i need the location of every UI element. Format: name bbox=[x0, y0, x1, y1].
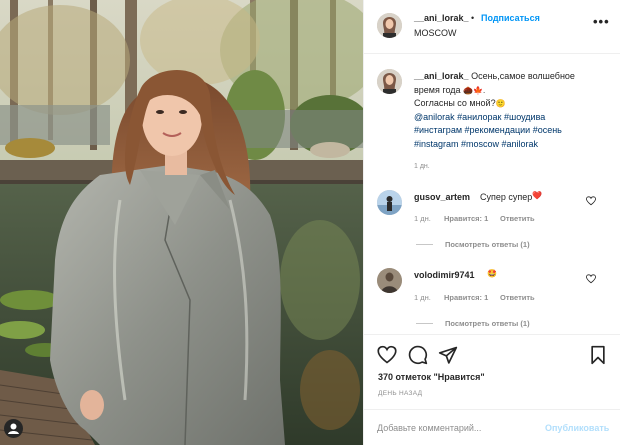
location-link[interactable]: MOSCOW bbox=[414, 28, 457, 38]
comment-avatar[interactable] bbox=[377, 268, 402, 293]
header-username[interactable]: __ani_lorak_ bbox=[414, 13, 469, 23]
caption-time: 1 дн. bbox=[414, 163, 430, 170]
caption-avatar[interactable] bbox=[377, 69, 402, 94]
comment-username[interactable]: gusov_artem bbox=[414, 192, 470, 202]
comment-like-heart-icon[interactable] bbox=[586, 274, 596, 284]
bookmark-icon[interactable] bbox=[588, 345, 608, 365]
comment-time: 1 дн. bbox=[414, 293, 431, 302]
action-bar bbox=[364, 334, 620, 374]
likes-count[interactable]: 370 отметок "Нравится" bbox=[378, 372, 485, 382]
replies-divider bbox=[416, 244, 433, 245]
post-caption: __ani_lorak_ Осень,самое волшебное время… bbox=[414, 70, 606, 152]
comment-likes[interactable]: Нравится: 1 bbox=[444, 214, 488, 223]
reply-button[interactable]: Ответить bbox=[500, 214, 535, 223]
reply-button[interactable]: Ответить bbox=[500, 293, 535, 302]
caption-username[interactable]: __ani_lorak_ bbox=[414, 71, 469, 81]
replies-divider bbox=[416, 323, 433, 324]
caption-text-2: время года bbox=[414, 84, 461, 95]
comment-time: 1 дн. bbox=[414, 214, 431, 223]
caption-text-3: Согласны со мной? bbox=[414, 98, 496, 109]
hashtags-line-2[interactable]: #инстаграм #рекомендации #осень bbox=[414, 125, 562, 135]
photo-image bbox=[0, 0, 363, 445]
publish-button[interactable]: Опубликовать bbox=[545, 423, 609, 433]
post-time-ago: ДЕНЬ НАЗАД bbox=[378, 390, 423, 397]
comment-like-heart-icon[interactable] bbox=[586, 196, 596, 206]
hashtags-line-3[interactable]: #instagram #moscow #anilorak bbox=[414, 139, 538, 149]
caption-smile-emoji: 🙂 bbox=[495, 99, 506, 109]
follow-button[interactable]: Подписаться bbox=[481, 13, 540, 23]
hashtags-line-1[interactable]: @anilorak #анилорак #шоудива bbox=[414, 112, 545, 122]
view-replies-button[interactable]: Посмотреть ответы (1) bbox=[445, 319, 530, 328]
post-photo[interactable] bbox=[0, 0, 363, 445]
comment-input[interactable] bbox=[377, 423, 537, 433]
comment-emoji: 🤩 bbox=[487, 269, 497, 278]
post-header: __ani_lorak_ • Подписаться MOSCOW ••• bbox=[364, 0, 620, 54]
caption-text-1: Осень,самое волшебное bbox=[471, 71, 575, 81]
header-dot: • bbox=[471, 13, 475, 23]
caption-emoji: 🌰🍁. bbox=[463, 85, 486, 95]
view-replies-button[interactable]: Посмотреть ответы (1) bbox=[445, 240, 530, 249]
comment-emoji: ❤️ bbox=[532, 191, 542, 200]
more-options-icon[interactable]: ••• bbox=[593, 14, 610, 29]
comment-username[interactable]: volodimir9741 bbox=[414, 270, 475, 280]
comment-avatar[interactable] bbox=[377, 190, 402, 215]
comment-bar: Опубликовать bbox=[364, 409, 620, 445]
comment-icon[interactable] bbox=[408, 345, 428, 365]
comment-likes[interactable]: Нравится: 1 bbox=[444, 293, 488, 302]
avatar[interactable] bbox=[377, 13, 402, 38]
share-icon[interactable] bbox=[438, 345, 458, 365]
camera-icon[interactable] bbox=[4, 419, 23, 438]
heart-icon[interactable] bbox=[377, 345, 397, 365]
comment-text: Супер супер bbox=[480, 192, 533, 202]
post-side-panel: __ani_lorak_ • Подписаться MOSCOW ••• __… bbox=[363, 0, 620, 445]
